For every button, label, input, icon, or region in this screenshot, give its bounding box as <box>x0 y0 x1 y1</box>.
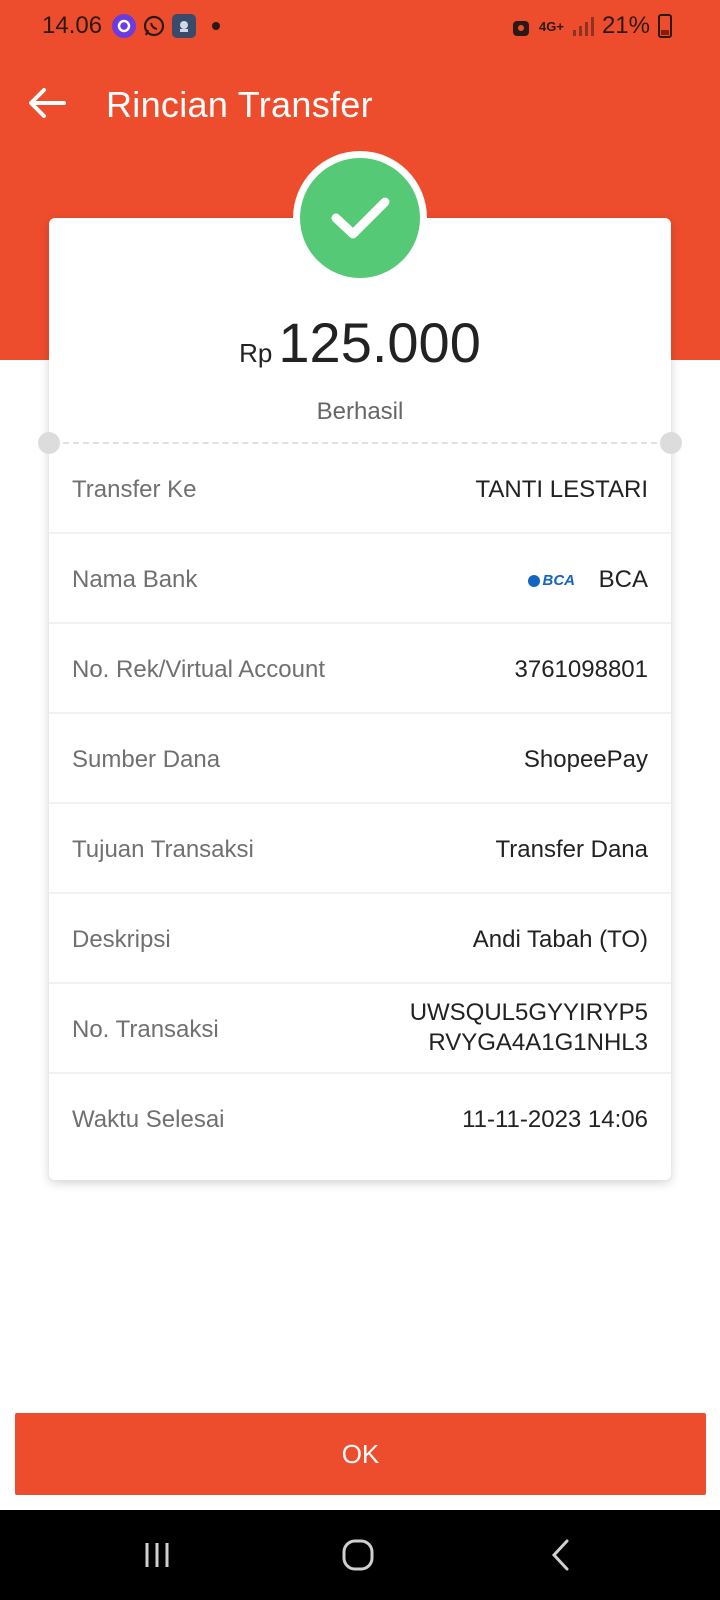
back-arrow-icon <box>29 88 66 118</box>
ok-button[interactable]: OK <box>15 1413 706 1495</box>
detail-value: UWSQUL5GYYIRYP5 RVYGA4A1G1NHL3 <box>410 998 648 1058</box>
detail-row-transfer-ke: Transfer Ke TANTI LESTARI <box>49 444 671 534</box>
screen: 14.06 4G+ 21% Rincian Transfer Rp 125.00… <box>0 0 720 1600</box>
detail-value: TANTI LESTARI <box>475 476 648 503</box>
detail-row-waktu-selesai: Waktu Selesai 11-11-2023 14:06 <box>49 1074 671 1164</box>
network-type: 4G+ <box>539 18 564 34</box>
game-app-icon <box>172 14 196 38</box>
detail-value: ShopeePay <box>523 746 648 773</box>
status-right: 4G+ 21% <box>511 12 672 40</box>
detail-label: Deskripsi <box>72 926 171 953</box>
detail-row-no-transaksi: No. Transaksi UWSQUL5GYYIRYP5 RVYGA4A1G1… <box>49 984 671 1074</box>
detail-label: Sumber Dana <box>72 746 221 773</box>
back-nav-icon <box>551 1539 569 1571</box>
status-time: 14.06 <box>42 12 103 39</box>
whatsapp-icon <box>142 14 166 38</box>
detail-row-tujuan-transaksi: Tujuan Transaksi Transfer Dana <box>49 804 671 894</box>
system-navigation-bar <box>0 1510 720 1600</box>
battery-percent: 21% <box>601 12 650 39</box>
bca-logo-text: BCA <box>542 572 576 589</box>
more-notifications-dot <box>212 22 220 30</box>
detail-label: Nama Bank <box>72 566 198 593</box>
notification-icons <box>112 14 220 38</box>
bca-logo-icon <box>527 574 540 587</box>
detail-row-nama-bank: Nama Bank BCA BCA <box>49 534 671 624</box>
detail-value: BCA <box>598 566 648 593</box>
back-button[interactable] <box>22 78 72 128</box>
back-nav-button[interactable] <box>536 1532 586 1578</box>
recents-icon <box>145 1543 169 1567</box>
status-bar: 14.06 4G+ 21% <box>0 0 720 56</box>
bca-logo: BCA <box>527 572 576 589</box>
transaction-id-line-2: RVYGA4A1G1NHL3 <box>428 1029 648 1056</box>
detail-row-sumber-dana: Sumber Dana ShopeePay <box>49 714 671 804</box>
amount-currency: Rp <box>239 338 273 368</box>
detail-value: 3761098801 <box>514 656 648 683</box>
battery-icon <box>658 14 672 38</box>
detail-value: Andi Tabah (TO) <box>472 926 648 953</box>
transaction-id-line-1: UWSQUL5GYYIRYP5 <box>409 999 648 1026</box>
home-button[interactable] <box>333 1532 383 1578</box>
detail-label: Transfer Ke <box>72 476 197 503</box>
detail-value: Transfer Dana <box>495 836 648 863</box>
detail-label: Tujuan Transaksi <box>72 836 254 863</box>
recents-button[interactable] <box>132 1532 182 1578</box>
detail-row-no-rek: No. Rek/Virtual Account 3761098801 <box>49 624 671 714</box>
home-icon <box>342 1539 374 1571</box>
detail-label: Waktu Selesai <box>72 1106 225 1133</box>
app-notification-icon <box>112 14 136 38</box>
transfer-receipt-card: Rp 125.000 Berhasil Transfer Ke TANTI LES… <box>38 218 682 1180</box>
signal-icon <box>572 17 594 36</box>
transaction-status: Berhasil <box>316 398 404 425</box>
check-icon <box>331 197 390 239</box>
page-title: Rincian Transfer <box>106 84 373 125</box>
detail-value: 11-11-2023 14:06 <box>462 1106 648 1133</box>
detail-label: No. Rek/Virtual Account <box>72 656 326 683</box>
amount-value: 125.000 <box>278 311 481 374</box>
amount: Rp 125.000 <box>49 310 671 375</box>
detail-list: Transfer Ke TANTI LESTARI Nama Bank BCA … <box>49 444 671 1164</box>
lock-app-icon <box>513 21 530 36</box>
success-badge <box>300 158 420 278</box>
detail-row-deskripsi: Deskripsi Andi Tabah (TO) <box>49 894 671 984</box>
app-bar: Rincian Transfer <box>0 70 720 140</box>
detail-label: No. Transaksi <box>72 1016 219 1043</box>
